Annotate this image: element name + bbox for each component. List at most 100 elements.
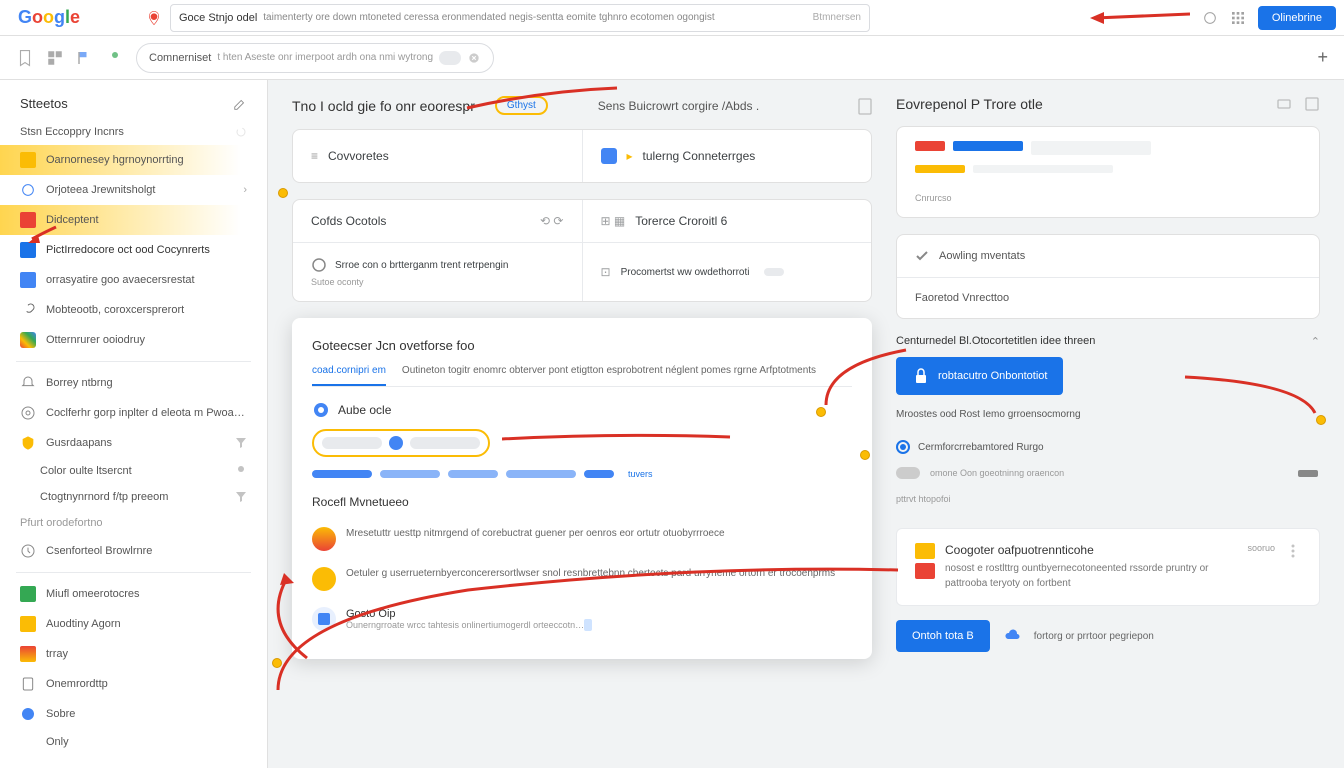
sidebar-item[interactable]: Gusrdaapans [0,428,267,458]
logo[interactable]: Google [8,4,96,32]
toolbar-tab-label: Comnerniset [149,52,211,64]
radio-option[interactable]: Cermforcrrebamtored Rurgo [896,434,1320,460]
tag-chip [764,268,784,276]
card-a-right[interactable]: ▸tulerng Conneterrges [583,130,872,182]
bar-5 [584,470,614,478]
toolbar: Comnerniset t hten Aseste onr imerpoot a… [0,36,1344,80]
footer-link[interactable]: fortorg or prrtoor pegriepon [1034,631,1154,642]
sidebar-item[interactable]: Didceptent [0,205,267,235]
highlighted-chip[interactable] [312,429,490,457]
sidebar-item[interactable]: Sobre [0,699,267,729]
expand-icon[interactable] [1304,96,1320,112]
bar-label: tuvers [628,469,653,479]
toolbar-tab[interactable]: Comnerniset t hten Aseste onr imerpoot a… [136,43,494,73]
popup-panel: Goteecser Jcn ovetforse foo coad.cornipr… [292,318,872,659]
clipboard-icon[interactable] [858,97,872,115]
more-icon[interactable] [1285,543,1301,559]
cta-button[interactable]: robtacutro Onbontotiot [896,357,1063,395]
flag-icon[interactable] [76,49,94,67]
radio-sub-row: omone Oon goeotninng oraencon [896,466,1320,480]
sidebar-item[interactable]: Otternrurer ooiodruy [0,325,267,355]
info-icon [20,706,36,722]
sidebar: Stteetos Stsn Eccoppry Incnrs Oarnornese… [0,80,268,768]
apps-icon[interactable] [1230,10,1246,26]
sidebar-item[interactable]: Csenforteol Browlrnre [0,536,267,566]
popup-tab[interactable]: Outineton togitr enomrc obterver pont et… [402,365,816,386]
cta-title: Centurnedel Bl.Otocortetitlen idee three… [896,335,1095,347]
filter-icon[interactable] [235,437,247,449]
sidebar-item[interactable]: Borrey ntbrng [0,368,267,398]
bookmark-icon[interactable] [16,49,34,67]
close-icon[interactable] [467,51,481,65]
news-item-1[interactable]: Mresetuttr uesttp nitmrgend of corebuctr… [312,519,852,559]
cloud-icon [1004,628,1020,644]
app-subtitle: Ounerngrroate wrcc tahtesis onlinertiumo… [346,620,584,630]
page-headline: Tno I ocld gie fo onr eoorespr [292,98,475,114]
right-column: Eovrepenol P Trore otle Cnrurcso Aowling… [896,96,1320,752]
sidebar-item[interactable]: trray [0,639,267,669]
stats-label: Cnrurcso [915,193,1301,203]
card-c-left[interactable]: Srroe con o brtterganm trent retrpengin … [293,243,583,301]
lock-icon [912,367,930,385]
annotation-dot [278,188,288,198]
sidebar-subitem[interactable]: Ctogtnynrnord f/tp preeom [0,484,267,510]
annotation-curve-right [821,345,911,410]
news-item-2[interactable]: Oetuler g userrueternbyerconcerersortlws… [312,559,852,599]
sidebar-item[interactable]: Onemrordttp [0,669,267,699]
signal-icon[interactable] [1202,10,1218,26]
sidebar-item[interactable]: Only [0,729,267,755]
sidebar-item[interactable]: Mobteootb, coroxcersprerort [0,295,267,325]
signin-button[interactable]: Olinebrine [1258,6,1336,30]
sidebar-item[interactable]: Miufl omeerotocres [0,579,267,609]
footer-actions: Ontoh tota B fortorg or prrtoor pegriepo… [896,620,1320,652]
sidebar-subitem[interactable]: Color oulte ltsercnt [0,458,267,484]
marker-icon [146,10,162,26]
edit-icon[interactable] [233,97,247,111]
sidebar-item[interactable]: Auodtiny Agorn [0,609,267,639]
card-b-right[interactable]: ⊞ ▦Torerce Croroitl 6 [583,200,872,242]
annotation-line [502,431,732,449]
mail-icon [20,586,36,602]
stat-bars-2 [915,165,1301,173]
top-bar: Google Goce Stnjo odel taimenterty ore d… [0,0,1344,36]
search-input[interactable]: Goce Stnjo odel taimenterty ore down mto… [170,4,870,32]
popup-tab-active[interactable]: coad.cornipri em [312,365,386,386]
panel-item-2[interactable]: Faoretod Vnrecttoo [897,277,1319,318]
sidebar-item[interactable]: Orjoteea Jrewnitsholgt› [0,175,267,205]
grid-icon[interactable] [46,49,64,67]
filter-icon[interactable] [235,491,247,503]
annotation-arrow [28,225,58,245]
bar-3 [448,470,498,478]
footer-action-button[interactable]: Ontoh tota B [896,620,990,652]
card-c-right[interactable]: ⊡Procomertst ww owdethorroti [583,243,872,301]
card-b-left[interactable]: Cofds Ocotols⟲ ⟳ [293,200,583,242]
shield-icon [20,435,36,451]
toggle-off[interactable] [896,467,920,479]
sidebar-item[interactable]: Oarnornesey hgrnoynorrting [0,145,267,175]
card-a: ≡Covvoretes ▸tulerng Conneterrges [292,129,872,183]
footer-card: Coogoter oafpuotrennticohe nosost e rost… [896,528,1320,606]
panel-item-1[interactable]: Aowling mventats [897,235,1319,277]
annotation-dot [860,450,870,460]
color-icon [20,332,36,348]
app-title: Gosto Oip [346,608,592,620]
app-icon [312,607,336,631]
news-item-3[interactable]: Gosto Oip Ounerngrroate wrcc tahtesis on… [312,599,852,639]
card-a-left[interactable]: ≡Covvoretes [293,130,583,182]
content-area: Tno I ocld gie fo onr eoorespr Gthyst Se… [268,80,1344,768]
check-icon [915,249,929,263]
popup-tabs: coad.cornipri em Outineton togitr enomrc… [312,365,852,387]
pin-icon[interactable] [106,49,124,67]
add-tab-button[interactable]: + [1317,47,1328,68]
chevron-up-icon[interactable]: ⌃ [1311,335,1320,348]
settings-icon [20,405,36,421]
sidebar-item[interactable]: Stsn Eccoppry Incnrs [0,119,267,145]
photos-icon [20,646,36,662]
bar-4 [506,470,576,478]
stat-bars [915,141,1301,155]
footer-side: sooruo [1247,543,1275,591]
sidebar-item[interactable]: Coclferhr gorp inplter d eleota m Pwoa… [0,398,267,428]
annotation-arrow-top [1090,8,1190,28]
card-icon[interactable] [1276,96,1292,112]
sidebar-item[interactable]: orrasyatire goo avaecersrestat [0,265,267,295]
